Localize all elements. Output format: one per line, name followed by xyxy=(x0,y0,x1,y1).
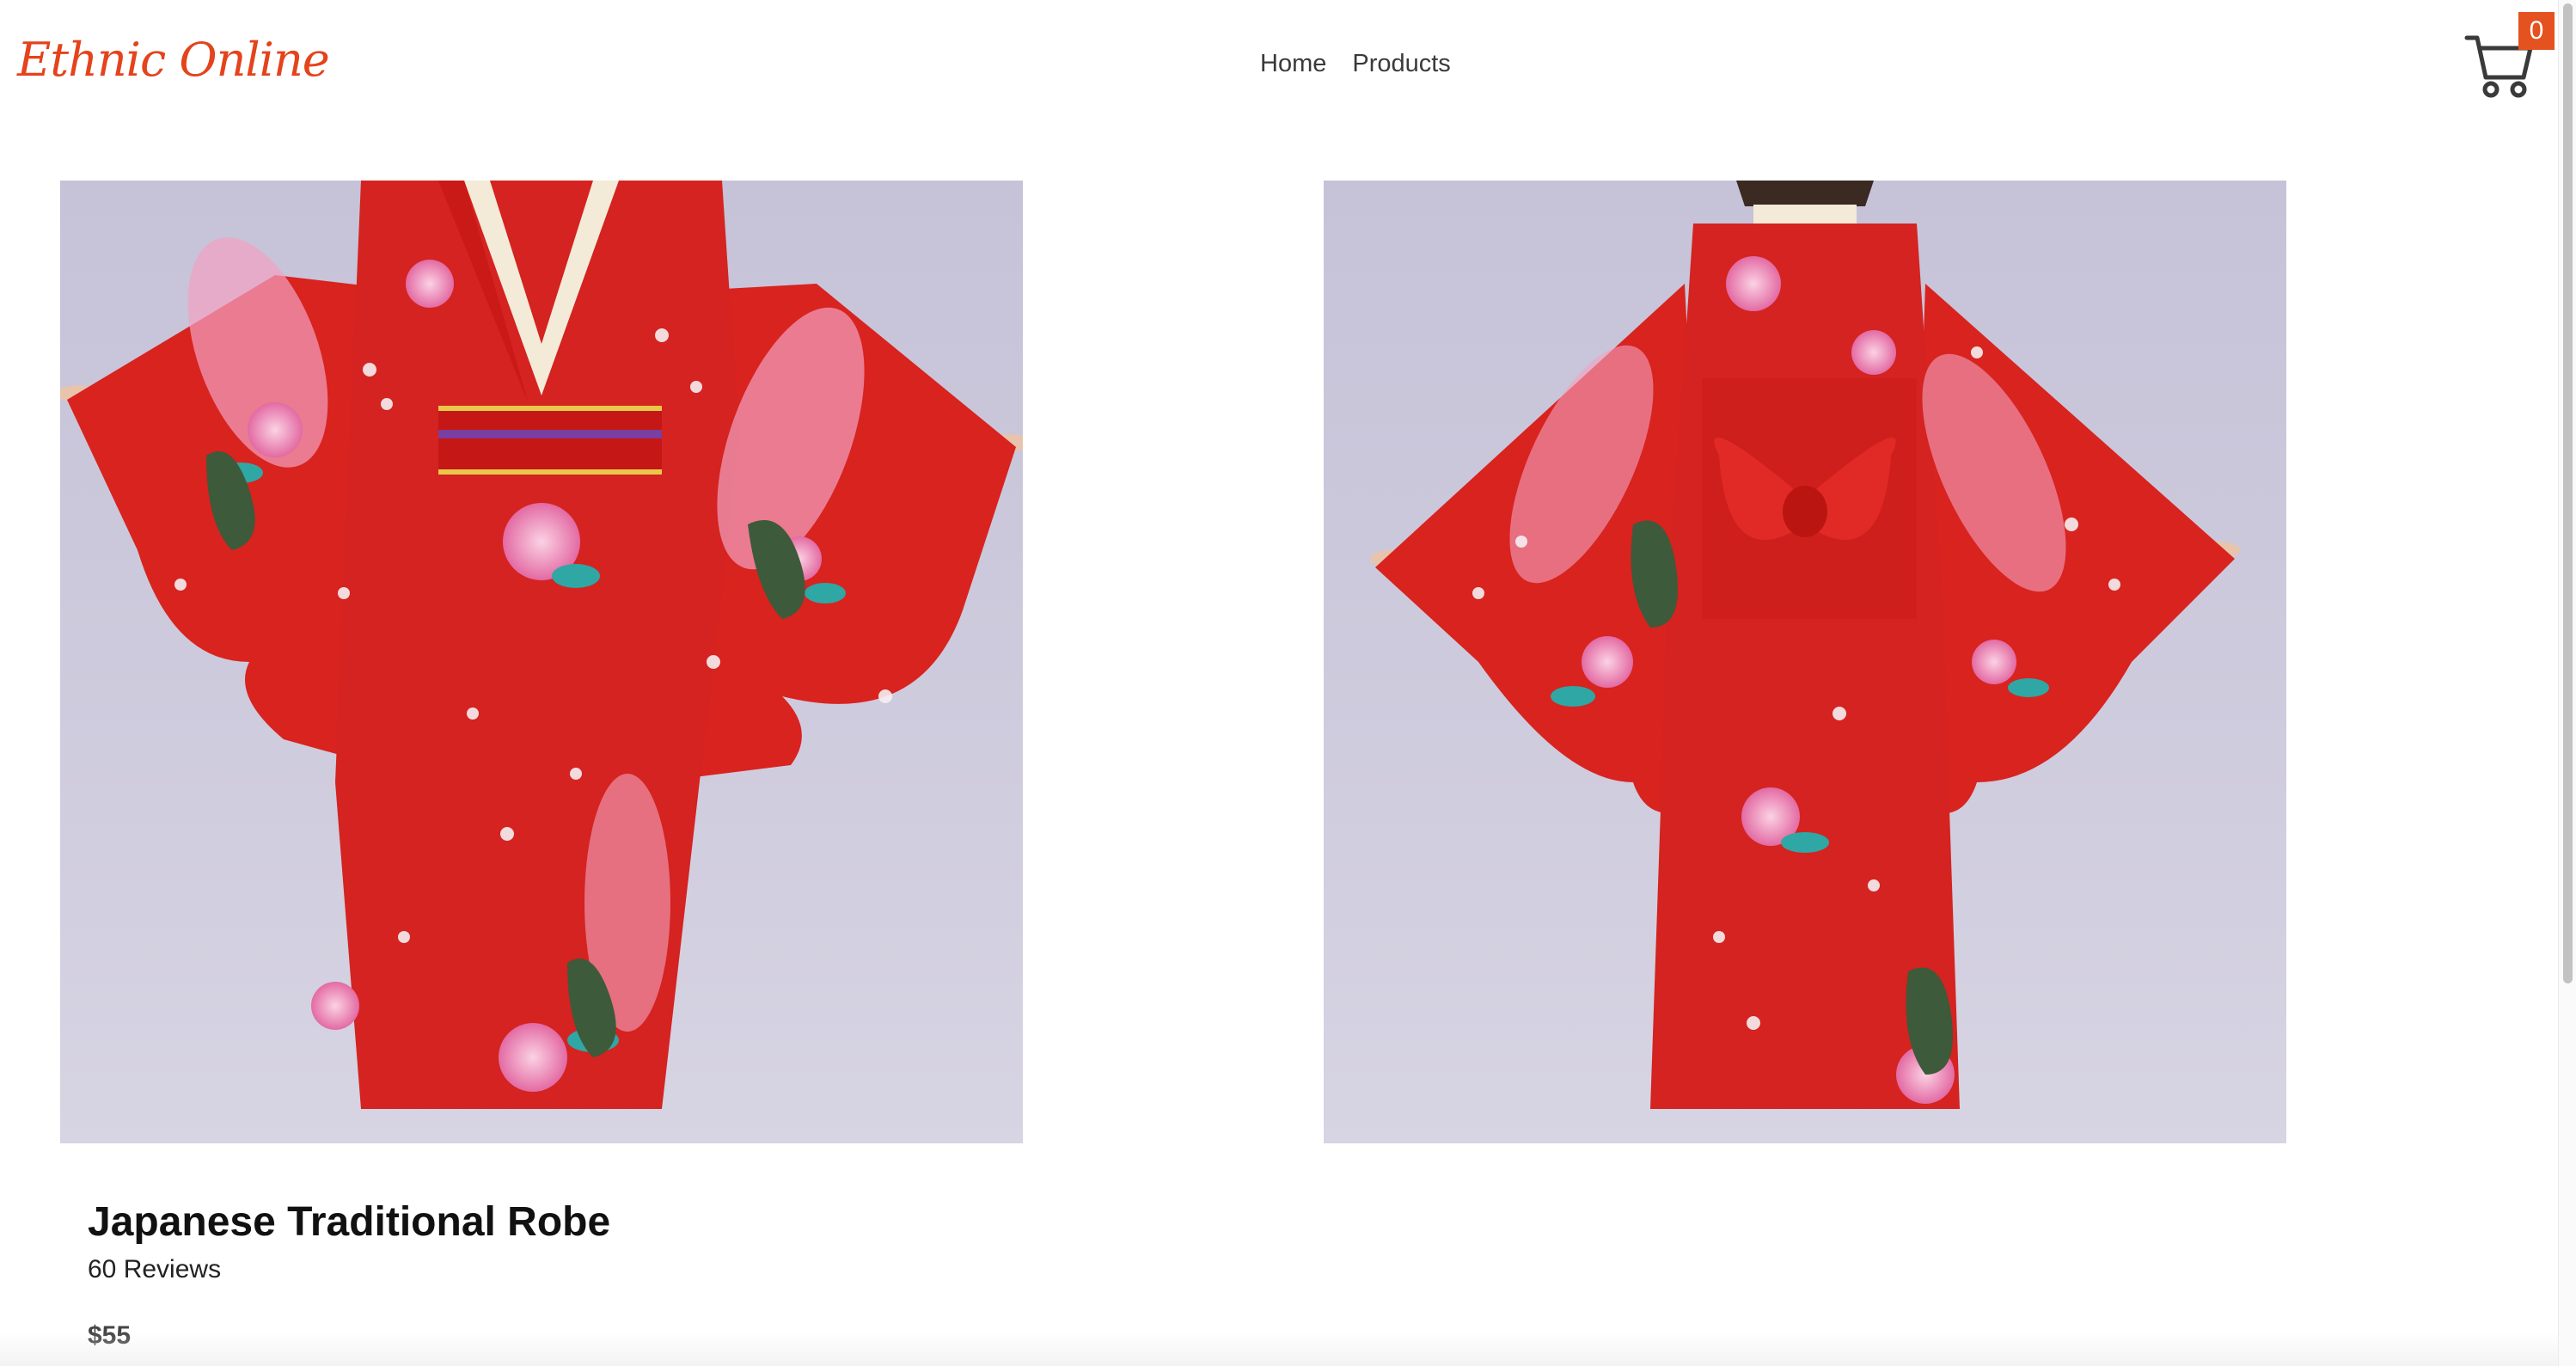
cart-button[interactable]: 0 xyxy=(2463,12,2555,101)
nav-products-link[interactable]: Products xyxy=(1352,50,1450,78)
review-count[interactable]: 60 Reviews xyxy=(88,1255,221,1284)
product-page: Ethnic Online Home Products 0 Japanese T… xyxy=(0,0,2576,1366)
kimono-back-illustration xyxy=(1370,181,2240,1109)
product-image-back[interactable] xyxy=(1324,181,2286,1143)
scrollbar-thumb[interactable] xyxy=(2563,3,2573,983)
main-nav: Home Products xyxy=(1260,50,1451,78)
kimono-front-illustration xyxy=(60,181,1023,1109)
bottom-fade xyxy=(0,1332,2576,1366)
product-price: $55 xyxy=(88,1321,132,1350)
product-title: Japanese Traditional Robe xyxy=(88,1199,611,1245)
brand-logo[interactable]: Ethnic Online xyxy=(17,33,330,87)
page-scrollbar[interactable] xyxy=(2558,0,2576,1366)
product-image-front[interactable] xyxy=(60,181,1023,1143)
nav-home-link[interactable]: Home xyxy=(1260,50,1326,78)
cart-count-badge: 0 xyxy=(2518,12,2555,50)
